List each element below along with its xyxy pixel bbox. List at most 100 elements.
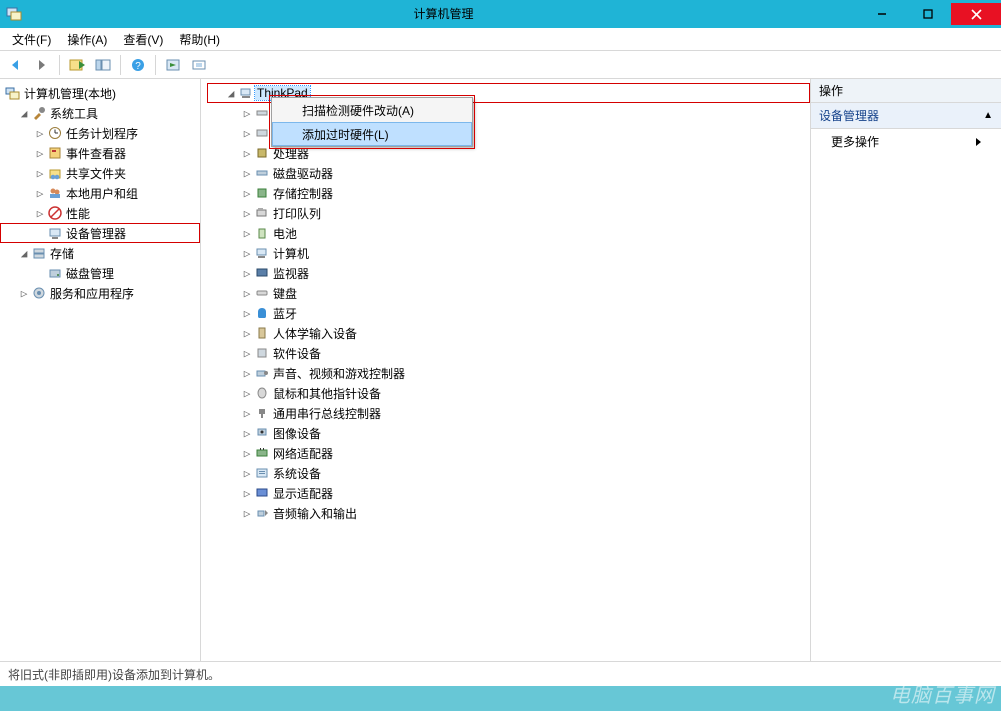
expand-icon[interactable]: ▷ [241,187,253,200]
device-category-node[interactable]: ▷鼠标和其他指针设备 [207,383,810,403]
toolbar: ? [0,51,1001,80]
expand-icon[interactable]: ▷ [241,127,253,140]
device-category-node[interactable]: ▷ 人体学输入设备 [207,323,810,343]
tree-label: 计算机管理(本地) [22,85,118,102]
toolbar-separator [59,55,60,75]
toolbar-separator [120,55,121,75]
expand-icon[interactable]: ▷ [34,187,46,200]
tree-shared-folders[interactable]: ▷ 共享文件夹 [0,163,200,183]
device-category-label: 计算机 [271,245,311,262]
tree-system-tools[interactable]: ◢ 系统工具 [0,103,200,123]
status-bar: 将旧式(非即插即用)设备添加到计算机。 [0,661,1001,686]
expand-icon[interactable]: ▷ [241,107,253,120]
users-icon [46,186,64,200]
device-category-label: 磁盘驱动器 [271,165,335,182]
device-category-node[interactable]: ▷声音、视频和游戏控制器 [207,363,810,383]
show-hide-tree-button[interactable] [65,53,89,77]
view-devices-by-type-button[interactable] [161,53,185,77]
tree-storage[interactable]: ◢ 存储 [0,243,200,263]
device-category-node[interactable]: ▷显示适配器 [207,483,810,503]
tree-task-scheduler[interactable]: ▷ 任务计划程序 [0,123,200,143]
device-category-node[interactable]: ▷图像设备 [207,423,810,443]
expand-icon[interactable]: ▷ [241,447,253,460]
tree-local-users-groups[interactable]: ▷ 本地用户和组 [0,183,200,203]
services-icon [30,286,48,300]
expand-icon[interactable]: ▷ [241,507,253,520]
device-category-label: 存储控制器 [271,185,335,202]
help-button[interactable]: ? [126,53,150,77]
expand-icon[interactable]: ▷ [241,247,253,260]
collapse-icon[interactable]: ◢ [225,87,237,100]
device-category-node[interactable]: ▷ 存储控制器 [207,183,810,203]
performance-icon [46,206,64,220]
properties-button[interactable] [91,53,115,77]
expand-icon[interactable]: ▷ [241,147,253,160]
expand-icon[interactable]: ▷ [34,127,46,140]
expand-icon[interactable]: ▷ [241,267,253,280]
expand-icon[interactable]: ▷ [241,407,253,420]
expand-icon[interactable]: ▷ [241,167,253,180]
menu-action[interactable]: 操作(A) [61,29,117,50]
category-icon [253,306,271,320]
minimize-button[interactable] [859,3,905,25]
device-category-node[interactable]: ▷ 通用串行总线控制器 [207,403,810,423]
ctx-scan-hardware-changes[interactable]: 扫描检测硬件改动(A) [272,98,472,122]
forward-button[interactable] [30,53,54,77]
device-category-node[interactable]: ▷系统设备 [207,463,810,483]
actions-section[interactable]: 设备管理器 ▲ [811,103,1001,129]
expand-icon[interactable]: ▷ [34,147,46,160]
menu-help[interactable]: 帮助(H) [173,29,230,50]
back-button[interactable] [4,53,28,77]
view-devices-by-connection-button[interactable] [187,53,211,77]
menu-view[interactable]: 查看(V) [117,29,173,50]
device-category-label: 通用串行总线控制器 [271,405,383,422]
expand-icon[interactable]: ▷ [241,367,253,380]
expand-icon[interactable]: ▷ [241,427,253,440]
device-category-node[interactable]: ▷ 计算机 [207,243,810,263]
menu-file[interactable]: 文件(F) [6,29,61,50]
actions-more[interactable]: 更多操作 [811,129,1001,154]
collapse-icon[interactable]: ◢ [18,107,30,120]
expand-icon[interactable]: ▷ [18,287,30,300]
device-category-node[interactable]: ▷音频输入和输出 [207,503,810,523]
expand-icon[interactable]: ▷ [34,207,46,220]
shared-folder-icon [46,166,64,180]
device-category-node[interactable]: ▷蓝牙 [207,303,810,323]
maximize-button[interactable] [905,3,951,25]
device-category-node[interactable]: ▷ 打印队列 [207,203,810,223]
tree-device-manager[interactable]: 设备管理器 [0,223,200,243]
expand-icon[interactable]: ▷ [241,307,253,320]
tree-services-applications[interactable]: ▷ 服务和应用程序 [0,283,200,303]
expand-icon[interactable]: ▷ [241,287,253,300]
expand-icon[interactable]: ▷ [241,327,253,340]
expand-icon[interactable]: ▷ [241,347,253,360]
tree-label: 服务和应用程序 [48,285,136,302]
tree-root-computer-management[interactable]: 计算机管理(本地) [0,83,200,103]
tree-performance[interactable]: ▷ 性能 [0,203,200,223]
category-icon [253,406,271,420]
tree-event-viewer[interactable]: ▷ 事件查看器 [0,143,200,163]
device-category-node[interactable]: ▷网络适配器 [207,443,810,463]
device-category-label: 电池 [271,225,299,242]
expand-icon[interactable]: ▷ [241,227,253,240]
ctx-add-legacy-hardware[interactable]: 添加过时硬件(L) [272,122,472,146]
expand-icon[interactable]: ▷ [241,487,253,500]
actions-section-label: 设备管理器 [819,107,879,124]
expand-icon[interactable]: ▷ [241,387,253,400]
tree-disk-management[interactable]: 磁盘管理 [0,263,200,283]
device-category-label: 打印队列 [271,205,323,222]
tree-label: 存储 [48,245,76,262]
computer-icon [237,86,255,100]
device-category-node[interactable]: ▷ 磁盘驱动器 [207,163,810,183]
device-category-node[interactable]: ▷键盘 [207,283,810,303]
device-category-node[interactable]: ▷监视器 [207,263,810,283]
device-category-node[interactable]: ▷软件设备 [207,343,810,363]
expand-icon[interactable]: ▷ [241,207,253,220]
device-category-label: 人体学输入设备 [271,325,359,342]
expand-icon[interactable]: ▷ [241,467,253,480]
close-button[interactable] [951,3,1001,25]
device-category-node[interactable]: ▷ 电池 [207,223,810,243]
collapse-icon[interactable]: ◢ [18,247,30,260]
category-icon [253,266,271,280]
expand-icon[interactable]: ▷ [34,167,46,180]
